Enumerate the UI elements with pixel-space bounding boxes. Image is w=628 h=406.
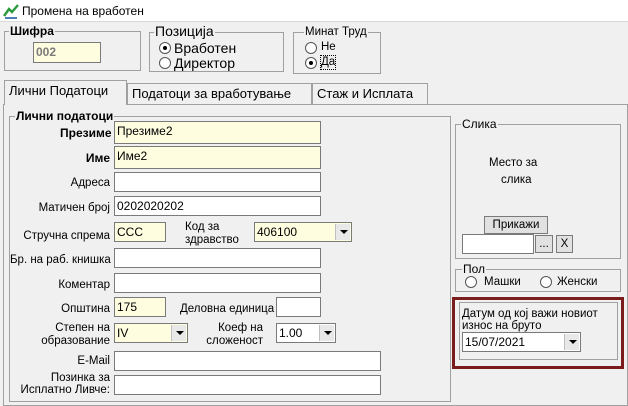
- maticen-field[interactable]: 0202020202: [114, 196, 321, 216]
- tab-licni-podatoci[interactable]: Лични Податоци: [4, 80, 127, 105]
- pozicija-vraboten-radio[interactable]: [159, 42, 171, 54]
- kniska-label: Бр. на раб. книшка: [10, 254, 111, 266]
- strucna-field[interactable]: ССС: [114, 222, 166, 242]
- minat-trud-da-radio[interactable]: [305, 57, 317, 69]
- datum-select[interactable]: 15/07/2021: [462, 332, 581, 352]
- tab-podatoci-vrabotuvanje[interactable]: Податоци за вработување: [127, 83, 312, 105]
- pol-zenski-radio[interactable]: [540, 276, 552, 288]
- pozicija-direktor-radio[interactable]: [159, 57, 171, 69]
- stepen-select[interactable]: IV: [114, 323, 188, 343]
- slika-path-field[interactable]: [462, 234, 534, 254]
- kod-label-1: Код за: [185, 221, 220, 233]
- pozicija-label: Позиција: [154, 23, 215, 39]
- komentar-field[interactable]: [114, 273, 321, 293]
- chevron-down-icon[interactable]: [335, 224, 350, 240]
- minat-trud-label: Минат Труд: [304, 26, 368, 39]
- email-label: E-Mail: [77, 355, 110, 367]
- pol-maski-label: Машки: [484, 276, 521, 288]
- email-field[interactable]: [114, 351, 381, 371]
- stepen-label-1: Степен на: [55, 322, 110, 334]
- browse-button[interactable]: ...: [535, 235, 553, 253]
- pol-zenski-label: Женски: [557, 276, 598, 288]
- minat-trud-da-label: Да: [319, 55, 337, 70]
- kod-label-2: здравство: [185, 234, 239, 246]
- chevron-down-icon[interactable]: [171, 325, 186, 341]
- minat-trud-ne-label: Не: [321, 41, 336, 53]
- pozicija-direktor-label: Директор: [174, 55, 235, 71]
- stepen-value: IV: [117, 326, 129, 340]
- title-bar: Промена на вработен: [0, 0, 628, 22]
- pol-maski-radio[interactable]: [465, 276, 477, 288]
- chevron-down-icon[interactable]: [319, 325, 334, 341]
- prezime-field[interactable]: Презиме2: [114, 121, 321, 144]
- prezime-label: Презиме: [60, 126, 112, 140]
- adresa-field[interactable]: [114, 172, 321, 192]
- licni-podatoci-label: Лични податоци: [15, 109, 115, 123]
- strucna-label: Стручна спрема: [23, 230, 110, 242]
- prikazi-button[interactable]: Прикажи: [484, 216, 548, 234]
- tab-staz-isplata[interactable]: Стаж и Исплата: [312, 83, 428, 105]
- delovna-label: Деловна единица: [180, 303, 275, 315]
- pol-label: Пол: [462, 262, 487, 276]
- slika-placeholder-1: Место за: [489, 157, 538, 169]
- ime-label: Име: [85, 151, 110, 165]
- delovna-field[interactable]: [276, 297, 321, 317]
- opstina-field[interactable]: 175: [114, 297, 166, 317]
- kod-zdravstvo-select[interactable]: 406100: [254, 222, 352, 242]
- opstina-label: Општина: [61, 303, 110, 315]
- chevron-down-icon[interactable]: [564, 334, 579, 350]
- kniska-field[interactable]: [114, 248, 321, 268]
- stepen-label-2: образование: [41, 335, 110, 347]
- clear-image-button[interactable]: X: [556, 235, 573, 253]
- pozicija-vraboten-label: Вработен: [174, 40, 237, 56]
- datum-value: 15/07/2021: [465, 335, 526, 349]
- slika-label: Слика: [461, 117, 498, 131]
- adresa-label: Адреса: [70, 177, 110, 189]
- ime-field[interactable]: Име2: [114, 146, 321, 169]
- koef-value: 1.00: [279, 326, 303, 340]
- sifra-field[interactable]: 002: [33, 42, 101, 63]
- employee-edit-window: Промена на вработен Шифра 002 Позиција В…: [0, 0, 628, 406]
- slika-placeholder-2: слика: [501, 174, 532, 186]
- koef-label-2: сложеност: [206, 335, 263, 347]
- pozinka-label-2: Исплатно Ливче:: [20, 384, 110, 396]
- koef-label-1: Коеф на: [218, 322, 263, 334]
- maticen-label: Матичен број: [38, 202, 110, 214]
- app-icon: [3, 4, 19, 19]
- kod-zdravstvo-value: 406100: [257, 225, 298, 239]
- minat-trud-ne-radio[interactable]: [305, 42, 317, 54]
- window-title: Промена на вработен: [22, 4, 144, 18]
- komentar-label: Коментар: [58, 279, 110, 291]
- pozinka-field[interactable]: [114, 375, 381, 395]
- koef-select[interactable]: 1.00: [276, 323, 336, 343]
- sifra-label: Шифра: [9, 24, 55, 38]
